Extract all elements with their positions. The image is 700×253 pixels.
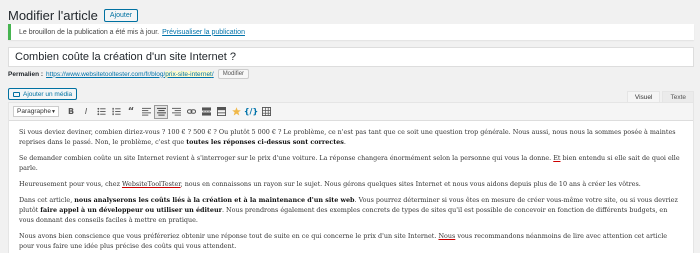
numbered-list-icon[interactable]: [109, 105, 123, 119]
bold-icon[interactable]: B: [64, 105, 78, 119]
permalink-label: Permalien :: [8, 70, 44, 78]
paragraph-2: Se demander combien coûte un site Intern…: [19, 154, 680, 172]
editor-content[interactable]: Si vous deviez deviner, combien diriez-v…: [9, 121, 693, 251]
link-icon[interactable]: [184, 105, 198, 119]
editor: Paragraphe ▼ B I “ {/} Si vous deviez de…: [8, 102, 694, 253]
editor-toolbar: Paragraphe ▼ B I “ {/}: [9, 103, 693, 121]
chevron-down-icon: ▼: [50, 108, 56, 115]
bullet-list-icon[interactable]: [94, 105, 108, 119]
paragraph-4: Dans cet article, nous analyserons les c…: [19, 196, 678, 224]
format-select[interactable]: Paragraphe ▼: [13, 106, 59, 117]
blockquote-icon[interactable]: “: [124, 105, 138, 119]
paragraph-1: Si vous deviez deviner, combien diriez-v…: [19, 128, 676, 146]
align-right-icon[interactable]: [169, 105, 183, 119]
shortcode-icon[interactable]: {/}: [244, 105, 258, 119]
add-new-button[interactable]: Ajouter: [103, 8, 139, 22]
permalink-url-end: /: [211, 70, 214, 78]
update-notice: Le brouillon de la publication a été mis…: [8, 24, 694, 40]
permalink-row: Permalien : https://www.websitetoolteste…: [8, 69, 250, 79]
align-left-icon[interactable]: [139, 105, 153, 119]
star-icon[interactable]: [229, 105, 243, 119]
more-tag-icon[interactable]: [199, 105, 213, 119]
add-media-label: Ajouter un média: [23, 90, 73, 98]
notice-text: Le brouillon de la publication a été mis…: [19, 28, 160, 36]
italic-icon[interactable]: I: [79, 105, 93, 119]
permalink-url[interactable]: https://www.websitetooltester.com/fr/blo…: [46, 71, 165, 78]
permalink-slug[interactable]: prix-site-internet: [165, 70, 212, 78]
page-title: Modifier l'article: [8, 7, 98, 23]
paragraph-5: Nous avons bien conscience que vous préf…: [19, 232, 668, 250]
post-title-input[interactable]: [8, 47, 694, 67]
add-media-button[interactable]: Ajouter un média: [8, 88, 78, 100]
align-center-icon[interactable]: [154, 104, 168, 119]
camera-icon: [13, 91, 20, 97]
grid-icon[interactable]: [259, 105, 273, 119]
format-select-value: Paragraphe: [17, 108, 51, 115]
preview-link[interactable]: Prévisualiser la publication: [162, 29, 245, 36]
paragraph-3: Heureusement pour vous, chez WebsiteTool…: [19, 180, 641, 188]
page-header: Modifier l'article Ajouter: [8, 5, 139, 25]
toolbar-toggle-icon[interactable]: [214, 105, 228, 119]
modify-permalink-button[interactable]: Modifier: [217, 69, 250, 79]
